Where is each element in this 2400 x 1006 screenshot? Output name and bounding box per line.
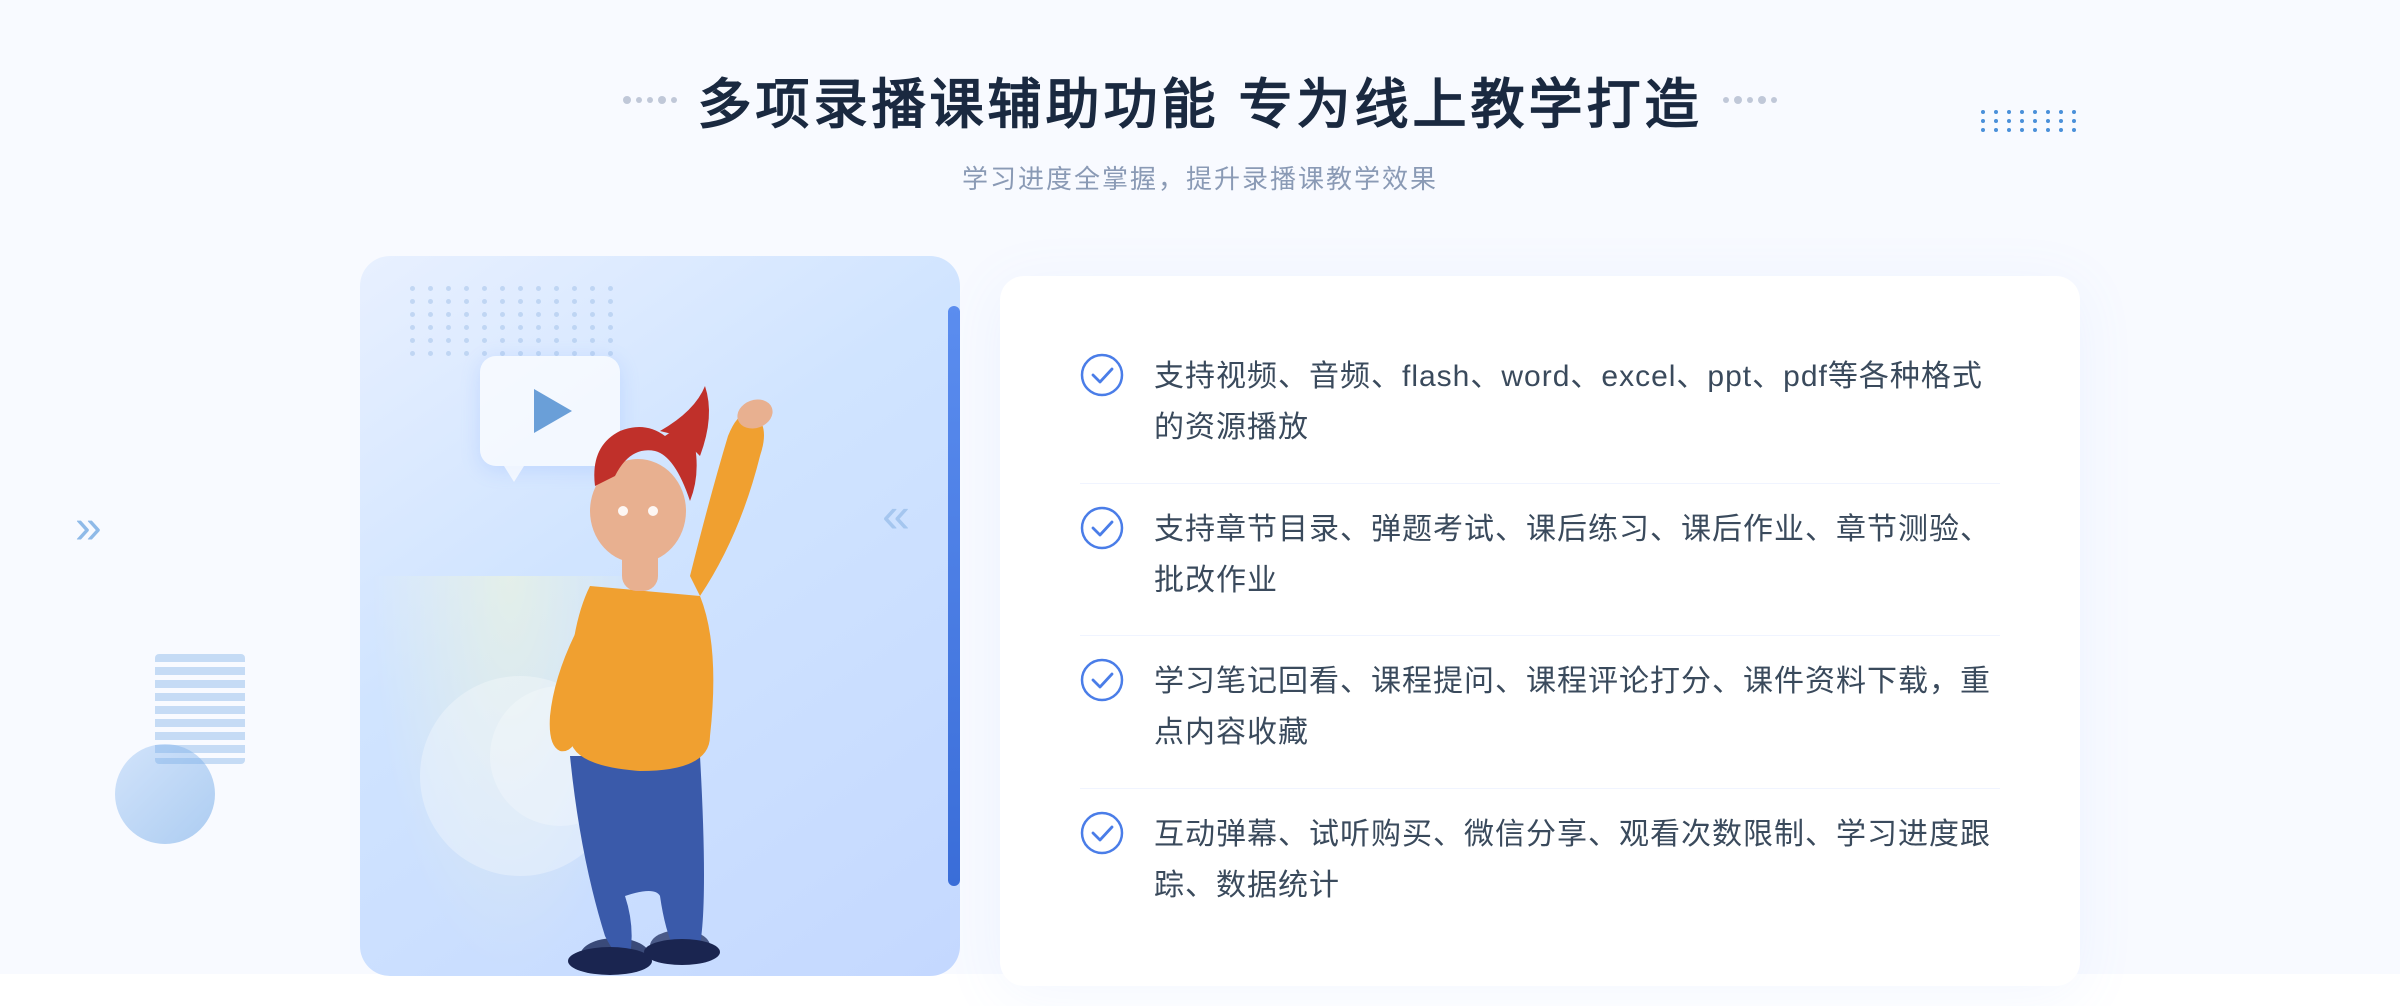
feature-text-3: 学习笔记回看、课程提问、课程评论打分、课件资料下载，重点内容收藏	[1154, 656, 2000, 758]
feature-item-4: 互动弹幕、试听购买、微信分享、观看次数限制、学习进度跟踪、数据统计	[1080, 788, 2000, 931]
chevron-deco-illustration: »	[882, 486, 910, 544]
feature-text-1: 支持视频、音频、flash、word、excel、ppt、pdf等各种格式的资源…	[1154, 351, 2000, 453]
feature-text-4: 互动弹幕、试听购买、微信分享、观看次数限制、学习进度跟踪、数据统计	[1154, 809, 2000, 911]
chevron-left-decoration: »	[75, 500, 102, 555]
header-right-dots	[1723, 96, 1777, 104]
illustration-panel: »	[320, 256, 1000, 1006]
check-icon-2	[1080, 506, 1124, 550]
page-main-title: 多项录播课辅助功能 专为线上教学打造	[697, 60, 1702, 139]
check-icon-4	[1080, 811, 1124, 855]
check-icon-1	[1080, 353, 1124, 397]
features-panel: 支持视频、音频、flash、word、excel、ppt、pdf等各种格式的资源…	[1000, 276, 2080, 986]
feature-item-3: 学习笔记回看、课程提问、课程评论打分、课件资料下载，重点内容收藏	[1080, 635, 2000, 778]
striped-decoration	[155, 654, 245, 764]
illustration-dot-grid	[410, 286, 618, 356]
top-right-dots-decoration	[1981, 110, 2080, 132]
feature-item-1: 支持视频、音频、flash、word、excel、ppt、pdf等各种格式的资源…	[1080, 331, 2000, 473]
check-icon-3	[1080, 658, 1124, 702]
feature-item-2: 支持章节目录、弹题考试、课后练习、课后作业、章节测验、批改作业	[1080, 483, 2000, 626]
content-area: »	[320, 256, 2080, 1006]
page-subtitle: 学习进度全掌握，提升录播课教学效果	[623, 159, 1776, 196]
header-section: 多项录播课辅助功能 专为线上教学打造 学习进度全掌握，提升录播课教学效果	[623, 60, 1776, 196]
page-container: » 多项录播课辅助功能 专为线上教学打造	[0, 0, 2400, 974]
feature-text-2: 支持章节目录、弹题考试、课后练习、课后作业、章节测验、批改作业	[1154, 504, 2000, 606]
illustration-background: »	[360, 256, 960, 976]
blue-accent-bar	[948, 306, 960, 886]
header-title-row: 多项录播课辅助功能 专为线上教学打造	[623, 60, 1776, 139]
header-left-dots	[623, 96, 677, 104]
human-figure	[460, 356, 820, 976]
